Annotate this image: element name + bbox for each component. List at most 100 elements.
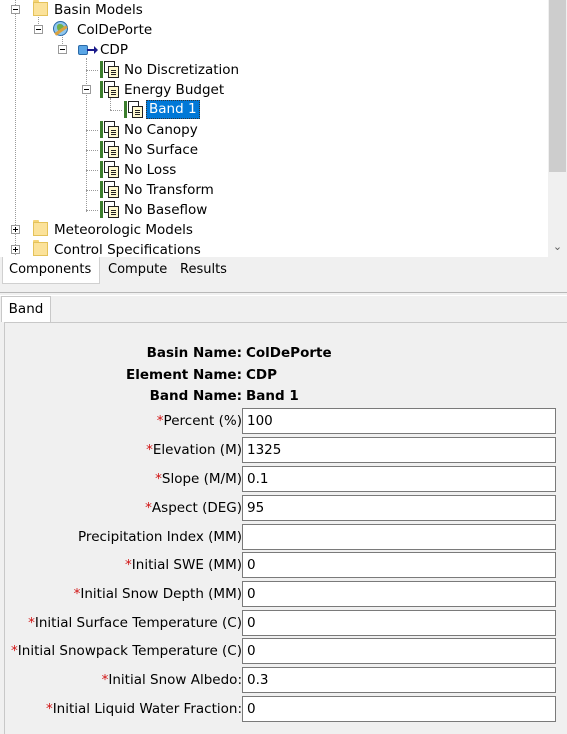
initial-surface-temperature-input[interactable] [242,610,556,636]
tree-node-label: No Loss [124,162,177,178]
field-label: Initial Liquid Water Fraction: [52,701,242,717]
field-percent: *Percent (%) [5,408,567,434]
tree-node-label: ColDePorte [77,22,153,38]
required-marker: * [145,500,152,516]
field-label: Precipitation Index (MM) [78,529,242,545]
subbasin-icon [76,40,98,58]
tab-results[interactable]: Results [174,257,233,283]
field-precipitation-index: Precipitation Index (MM) [5,524,567,550]
tree-node-label: No Baseflow [124,202,208,218]
method-icon [100,141,120,159]
scrollbar-thumb[interactable] [549,0,566,172]
initial-snowpack-temperature-input[interactable] [242,638,556,664]
folder-icon [32,238,48,256]
band-name-value: Band 1 [246,388,299,404]
field-label: Aspect (DEG) [151,500,242,516]
field-elevation: *Elevation (M) [5,437,567,463]
collapse-icon[interactable] [11,5,20,14]
field-initial-liquid-water-fraction: *Initial Liquid Water Fraction: [5,696,567,722]
expand-icon[interactable] [11,225,20,234]
field-label: Percent (%) [163,413,242,429]
tree-node-label: Energy Budget [124,82,225,98]
band-icon [124,101,144,119]
band-name-row: Band Name: [5,387,242,405]
tree-guide [86,70,98,71]
tree-node-label: No Canopy [124,122,198,138]
basin-name-row: Basin Name: [5,344,242,362]
collapse-icon[interactable] [82,85,91,94]
field-label: Elevation (M) [152,442,242,458]
tree-node-label: No Transform [124,182,214,198]
tree-guide [15,0,16,255]
required-marker: * [45,701,53,717]
method-icon [100,61,120,79]
required-marker: * [155,471,162,487]
tab-components[interactable]: Components [2,257,100,284]
field-initial-snowpack-temperature: *Initial Snowpack Temperature (C) [5,638,567,664]
initial-snow-depth-input[interactable] [242,581,556,607]
tree-node-label: Meteorologic Models [54,222,193,238]
basin-name-value: ColDePorte [246,345,332,361]
initial-snow-albedo-input[interactable] [242,667,556,693]
tree-node-label: CDP [100,42,128,58]
field-initial-surface-temperature: *Initial Surface Temperature (C) [5,610,567,636]
element-name-row: Element Name: [5,366,242,384]
method-icon [100,81,120,99]
initial-swe-input[interactable] [242,552,556,578]
tree-guide [86,170,98,171]
tab-band[interactable]: Band [1,296,51,322]
collapse-icon[interactable] [58,45,67,54]
field-aspect: *Aspect (DEG) [5,495,567,521]
band-properties-panel: Basin Name: ColDePorte Element Name: CDP… [4,322,567,734]
tree-node-label: No Discretization [124,62,240,78]
slope-input[interactable] [242,466,556,492]
tree-node-label: No Surface [124,142,199,158]
method-icon [100,121,120,139]
scroll-down-icon[interactable]: ⌄ [548,238,567,255]
method-icon [100,161,120,179]
explorer-tabs: Components Compute Results [0,257,567,284]
required-marker: * [11,643,18,659]
field-label: Slope (M/M) [161,471,242,487]
folder-icon [32,218,48,236]
method-icon [100,181,120,199]
tree-guide [86,130,98,131]
elevation-input[interactable] [242,437,556,463]
folder-icon [32,0,48,16]
panel-splitter[interactable] [0,292,567,296]
initial-liquid-water-fraction-input[interactable] [242,696,556,722]
band-name-label: Band Name: [149,388,242,404]
expand-icon[interactable] [11,245,20,254]
tab-compute[interactable]: Compute [102,257,173,283]
collapse-icon[interactable] [34,25,43,34]
tree-guide [86,190,98,191]
component-tree[interactable]: Basin Models ColDePorte CDP No Discretiz… [0,0,567,258]
aspect-input[interactable] [242,495,556,521]
field-slope: *Slope (M/M) [5,466,567,492]
tree-node-label-selected: Band 1 [146,100,200,119]
element-name-value: CDP [246,367,278,383]
tree-scrollbar[interactable]: ⌄ [548,0,567,257]
required-marker: * [28,615,35,631]
element-name-label: Element Name: [125,367,242,383]
required-marker: * [125,557,132,573]
field-label: Initial SWE (MM) [131,557,242,573]
basin-model-icon [52,20,70,38]
tree-node-label: Basin Models [54,2,143,18]
tree-guide [86,58,87,212]
field-label: Initial Snow Albedo: [108,672,242,688]
percent-input[interactable] [242,408,556,434]
tree-node-label: Control Specifications [54,242,201,258]
basin-name-label: Basin Name: [146,345,242,361]
tree-guide [86,150,98,151]
required-marker: * [156,413,164,429]
tree-guide [86,210,98,211]
field-initial-snow-depth: *Initial Snow Depth (MM) [5,581,567,607]
tree-guide [110,98,111,110]
field-initial-swe: *Initial SWE (MM) [5,552,567,578]
method-icon [100,201,120,219]
required-marker: * [146,442,153,458]
field-label: Initial Surface Temperature (C) [34,615,242,631]
field-label: Initial Snowpack Temperature (C) [17,643,242,659]
precipitation-index-input[interactable] [242,524,556,550]
